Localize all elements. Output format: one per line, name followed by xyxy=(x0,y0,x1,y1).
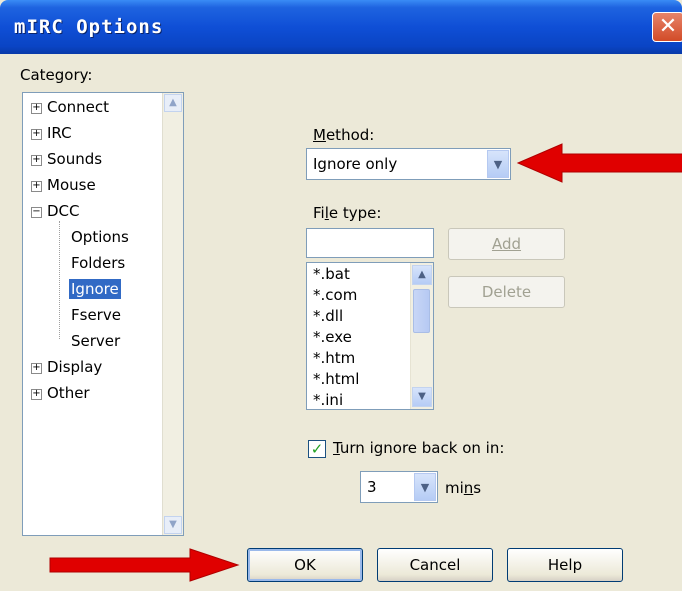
chevron-down-icon[interactable]: ▼ xyxy=(164,516,182,534)
tree-item-irc[interactable]: IRC xyxy=(47,123,72,143)
minutes-value: 3 xyxy=(367,478,377,496)
method-value: Ignore only xyxy=(313,155,398,173)
chevron-up-icon[interactable]: ▲ xyxy=(412,265,432,285)
chevron-up-icon[interactable]: ▲ xyxy=(164,94,182,112)
red-arrow-icon xyxy=(516,143,682,183)
category-tree[interactable]: + Connect + IRC + Sounds + Mouse − DCC O… xyxy=(22,92,184,536)
tree-line xyxy=(59,221,61,339)
tree-item-folders[interactable]: Folders xyxy=(71,253,125,273)
red-arrow-icon xyxy=(49,548,240,582)
filetype-input[interactable] xyxy=(306,228,434,258)
expand-icon[interactable]: + xyxy=(31,103,42,114)
list-item[interactable]: *.exe xyxy=(313,328,352,346)
tree-item-connect[interactable]: Connect xyxy=(47,97,109,117)
method-label-text: ethod: xyxy=(325,126,375,144)
turn-ignore-accel: T xyxy=(333,439,340,457)
turn-ignore-checkbox[interactable]: ✓ xyxy=(308,440,326,458)
close-icon[interactable]: ✕ xyxy=(652,12,682,42)
help-button[interactable]: Help xyxy=(507,548,623,582)
tree-item-options[interactable]: Options xyxy=(71,227,129,247)
turn-ignore-text: urn ignore back on in: xyxy=(339,439,505,457)
tree-scrollbar[interactable]: ▲ ▼ xyxy=(162,93,183,535)
expand-icon[interactable]: + xyxy=(31,129,42,140)
tree-item-server[interactable]: Server xyxy=(71,331,120,351)
expand-icon[interactable]: + xyxy=(31,363,42,374)
tree-item-mouse[interactable]: Mouse xyxy=(47,175,96,195)
filetype-label-post: e type: xyxy=(328,204,382,222)
category-label: Category: xyxy=(20,66,93,84)
filetype-list[interactable]: *.bat *.com *.dll *.exe *.htm *.html *.i… xyxy=(306,262,434,410)
options-dialog: mIRC Options ✕ Category: + Connect + IRC… xyxy=(0,0,682,591)
list-item[interactable]: *.html xyxy=(313,370,359,388)
window-title: mIRC Options xyxy=(14,16,164,38)
list-item[interactable]: *.htm xyxy=(313,349,355,367)
tree-item-ignore[interactable]: Ignore xyxy=(69,279,121,299)
ok-button[interactable]: OK xyxy=(247,548,363,582)
expand-icon[interactable]: + xyxy=(31,389,42,400)
title-bar[interactable]: mIRC Options ✕ xyxy=(0,0,682,54)
filetype-label: File type: xyxy=(313,204,381,222)
tree-item-sounds[interactable]: Sounds xyxy=(47,149,102,169)
list-item[interactable]: *.dll xyxy=(313,307,343,325)
add-button-label: Add xyxy=(491,235,522,253)
delete-button[interactable]: Delete xyxy=(448,276,565,308)
tree-item-fserve[interactable]: Fserve xyxy=(71,305,121,325)
minutes-unit-post: s xyxy=(473,479,482,497)
minutes-dropdown[interactable]: 3 ▼ xyxy=(360,471,438,503)
list-item[interactable]: *.bat xyxy=(313,265,350,283)
method-label-accel: M xyxy=(313,126,326,144)
method-dropdown[interactable]: Ignore only ▼ xyxy=(306,148,511,180)
list-item[interactable]: *.ini xyxy=(313,391,343,409)
expand-icon[interactable]: + xyxy=(31,155,42,166)
method-label: Method: xyxy=(313,126,374,144)
delete-button-label: Delete xyxy=(481,283,532,301)
chevron-down-icon[interactable]: ▼ xyxy=(487,150,509,178)
list-item[interactable]: *.com xyxy=(313,286,357,304)
scroll-thumb[interactable] xyxy=(413,289,430,333)
expand-icon[interactable]: + xyxy=(31,181,42,192)
list-scrollbar[interactable]: ▲ ▼ xyxy=(410,263,433,409)
turn-ignore-label: Turn ignore back on in: xyxy=(333,439,504,457)
filetype-label-pre: Fi xyxy=(313,204,325,222)
cancel-button[interactable]: Cancel xyxy=(377,548,493,582)
minutes-unit-accel: n xyxy=(463,479,474,497)
tree-item-display[interactable]: Display xyxy=(47,357,102,377)
minutes-unit-label: mins xyxy=(445,479,481,497)
add-button[interactable]: Add xyxy=(448,228,565,260)
minutes-unit-pre: mi xyxy=(445,479,464,497)
collapse-icon[interactable]: − xyxy=(31,207,42,218)
tree-item-dcc[interactable]: DCC xyxy=(47,201,80,221)
chevron-down-icon[interactable]: ▼ xyxy=(412,387,432,407)
chevron-down-icon[interactable]: ▼ xyxy=(414,473,436,501)
tree-item-other[interactable]: Other xyxy=(47,383,90,403)
